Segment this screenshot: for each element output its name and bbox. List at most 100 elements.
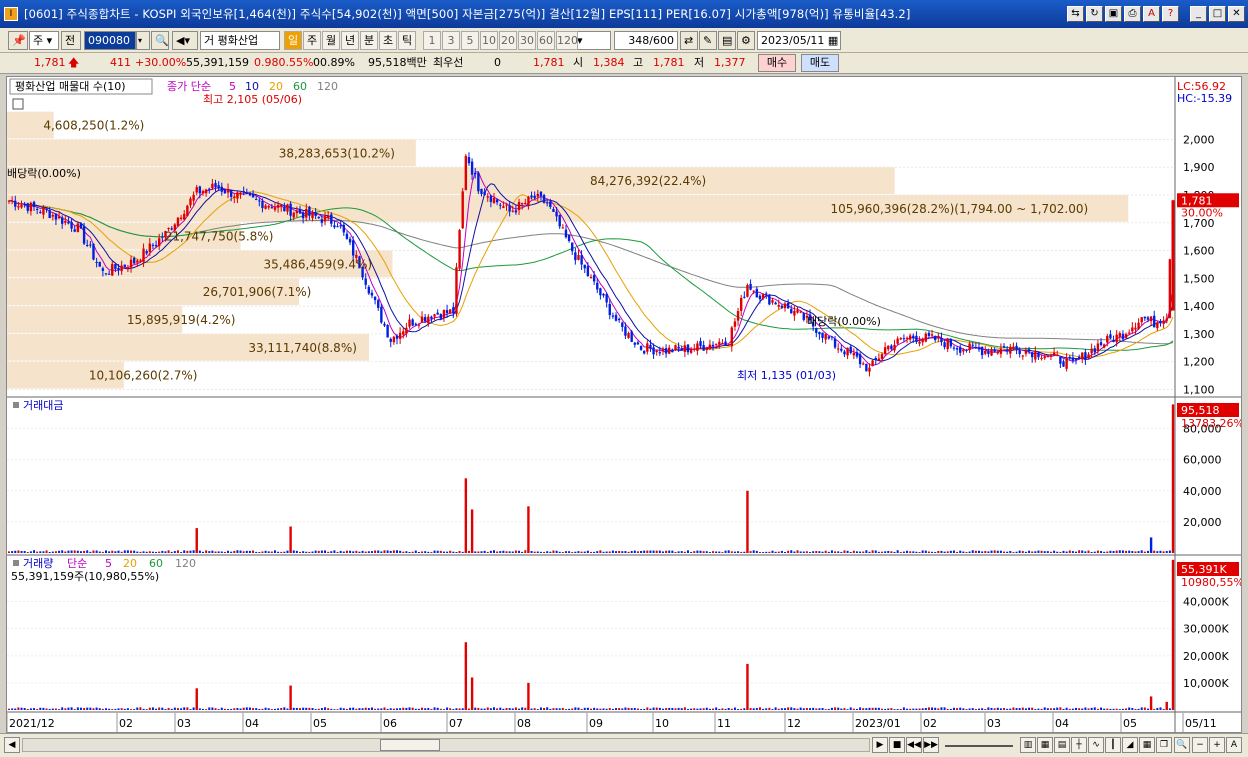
candle-body	[1030, 352, 1034, 358]
interval-5-button[interactable]: 5	[461, 31, 479, 50]
volume-bar	[611, 708, 614, 710]
volume-bar	[984, 708, 987, 710]
volume-bar	[981, 708, 984, 710]
candle-body	[211, 183, 214, 189]
volume-bar	[855, 708, 858, 710]
search-icon[interactable]: 🔍	[151, 31, 169, 50]
candle-body	[326, 215, 330, 219]
volume-bar	[564, 709, 567, 710]
interval-30-button[interactable]: 30	[518, 31, 536, 50]
sound-icon[interactable]: ◀▾	[172, 31, 198, 50]
bottom-scrollbar[interactable]: ◀ ▶ ■ ◀◀ ▶▶ ▥ ▦ ▤ ┼ ∿ ┃ ◢ ▦ ❐ 🔍 − + A	[0, 733, 1248, 757]
volume-bar	[327, 708, 330, 710]
candle-body	[668, 347, 671, 354]
zoom-out-icon[interactable]: −	[1192, 737, 1208, 753]
amount-bar	[859, 551, 862, 553]
interval-10-button[interactable]: 10	[480, 31, 498, 50]
stock-name[interactable]: 거 평화산업	[200, 31, 280, 50]
amount-bar	[687, 550, 689, 553]
candle-body	[902, 338, 906, 340]
volume-bar	[370, 707, 373, 710]
buy-button[interactable]: 매수	[758, 54, 796, 72]
tool-icon[interactable]: ✎	[699, 31, 717, 50]
chart-svg[interactable]: 2,0001,9001,8001,7001,6001,5001,4001,300…	[6, 77, 1244, 732]
candle-icon[interactable]: ┼	[1071, 737, 1087, 753]
volume-bar	[101, 708, 104, 710]
period-4-button[interactable]: 분	[360, 31, 378, 50]
volume-bar	[286, 708, 289, 710]
grid-icon[interactable]: ▦	[1139, 737, 1155, 753]
arrows-icon[interactable]: ⇄	[680, 31, 698, 50]
interval-3-button[interactable]: 3	[442, 31, 460, 50]
period-2-button[interactable]: 월	[322, 31, 340, 50]
chart-area[interactable]: 2,0001,9001,8001,7001,6001,5001,4001,300…	[6, 76, 1244, 733]
market-select[interactable]: 주 ▾	[29, 31, 59, 50]
prev-button[interactable]: 전	[61, 31, 81, 50]
settings-icon[interactable]: ⚙	[737, 31, 755, 50]
code-dropdown-icon[interactable]: ▾	[136, 31, 150, 50]
period-1-button[interactable]: 주	[303, 31, 321, 50]
link-icon[interactable]: ⇆	[1067, 6, 1084, 22]
text-icon[interactable]: A	[1143, 6, 1160, 22]
copy-icon[interactable]: ❐	[1156, 737, 1172, 753]
interval-20-button[interactable]: 20	[499, 31, 517, 50]
speed-slider[interactable]	[945, 745, 1013, 747]
period-5-button[interactable]: 초	[379, 31, 397, 50]
volume-bar	[968, 708, 971, 710]
scroll-left-icon[interactable]: ◀	[4, 737, 20, 753]
layout-icon-2[interactable]: ▦	[1037, 737, 1053, 753]
rewind-icon[interactable]: ◀◀	[906, 737, 922, 753]
minimize-icon[interactable]: _	[1190, 6, 1207, 22]
volume-bar	[652, 707, 655, 710]
amount-bar	[768, 551, 771, 553]
candle-body	[871, 360, 874, 367]
auto-icon[interactable]: A	[1226, 737, 1242, 753]
amount-bar	[568, 551, 571, 553]
maximize-icon[interactable]: □	[1209, 6, 1226, 22]
amount-bar	[283, 551, 286, 553]
volume-bar	[1137, 708, 1140, 710]
volume-bar	[433, 707, 436, 710]
stop-icon[interactable]: ■	[889, 737, 905, 753]
count-field[interactable]: 348/600	[614, 31, 678, 50]
sell-button[interactable]: 매도	[801, 54, 839, 72]
candle-body	[542, 195, 546, 203]
interval-1-button[interactable]: 1	[423, 31, 441, 50]
play-icon[interactable]: ▶	[872, 737, 888, 753]
scroll-thumb[interactable]	[380, 739, 440, 751]
amount-bar	[668, 550, 671, 553]
print-icon[interactable]: ⎙	[1124, 6, 1141, 22]
period-3-button[interactable]: 년	[341, 31, 359, 50]
area-icon[interactable]: ◢	[1122, 737, 1138, 753]
save-icon[interactable]: ▤	[718, 31, 736, 50]
interval-60-button[interactable]: 60	[537, 31, 555, 50]
period-0-button[interactable]: 일	[284, 31, 302, 50]
volume-bar	[1065, 707, 1068, 710]
bar-icon[interactable]: ┃	[1105, 737, 1121, 753]
layout-icon-1[interactable]: ▥	[1020, 737, 1036, 753]
amount-bar	[1059, 551, 1062, 553]
window-icon[interactable]: ▣	[1105, 6, 1122, 22]
volume-bar	[361, 708, 364, 710]
layout-icon-3[interactable]: ▤	[1054, 737, 1070, 753]
pin-icon[interactable]: 📌	[8, 31, 28, 50]
period-6-button[interactable]: 틱	[398, 31, 416, 50]
amount-bar	[402, 551, 405, 553]
candle-body	[298, 209, 302, 214]
candle-body	[42, 207, 45, 215]
forward-icon[interactable]: ▶▶	[923, 737, 939, 753]
line-icon[interactable]: ∿	[1088, 737, 1104, 753]
interval-120-button[interactable]: 120	[556, 31, 578, 50]
date-field[interactable]: 2023/05/11 ▦	[757, 31, 841, 50]
scroll-track[interactable]	[22, 738, 870, 752]
volume-bar	[133, 709, 136, 710]
amount-tick-label: 60,000	[1183, 454, 1222, 467]
code-input[interactable]: 090080	[84, 31, 136, 50]
refresh-icon[interactable]: ↻	[1086, 6, 1103, 22]
zoom-in-icon[interactable]: +	[1209, 737, 1225, 753]
volume-bar	[299, 708, 301, 710]
interval-input[interactable]: ▾	[573, 31, 611, 50]
zoom-icon[interactable]: 🔍	[1174, 737, 1190, 753]
help-icon[interactable]: ?	[1162, 6, 1179, 22]
close-icon[interactable]: ✕	[1228, 6, 1245, 22]
